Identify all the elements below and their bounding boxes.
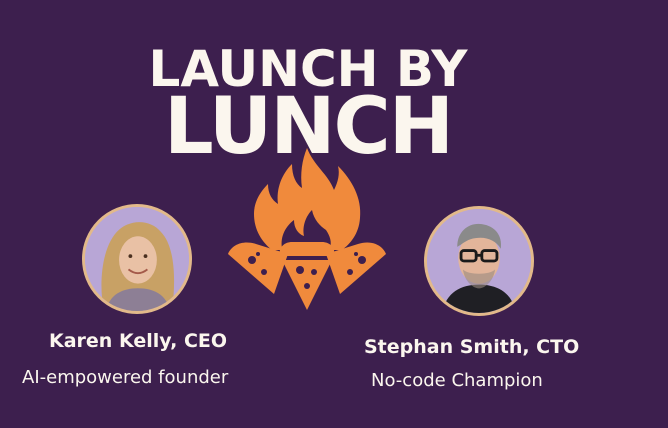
speaker-name-karen: Karen Kelly, CEO [49, 330, 228, 352]
pizza-slice-left [228, 242, 288, 294]
speaker-name-stephan: Stephan Smith, CTO [364, 336, 580, 358]
flame-pizza-icon [228, 148, 386, 310]
avatar-stephan [424, 206, 534, 316]
speaker-role-stephan: No-code Champion [371, 370, 543, 391]
avatar-karen [82, 204, 192, 314]
speaker-role-karen: AI-empowered founder [22, 367, 229, 388]
pizza-slice-middle [279, 242, 335, 310]
person-photo-icon [427, 209, 531, 313]
person-photo-icon [85, 207, 189, 311]
event-banner: LAUNCH BY LUNCH Karen Kelly, CEO AI-empo… [0, 0, 668, 428]
pizza-slice-right [326, 242, 386, 294]
